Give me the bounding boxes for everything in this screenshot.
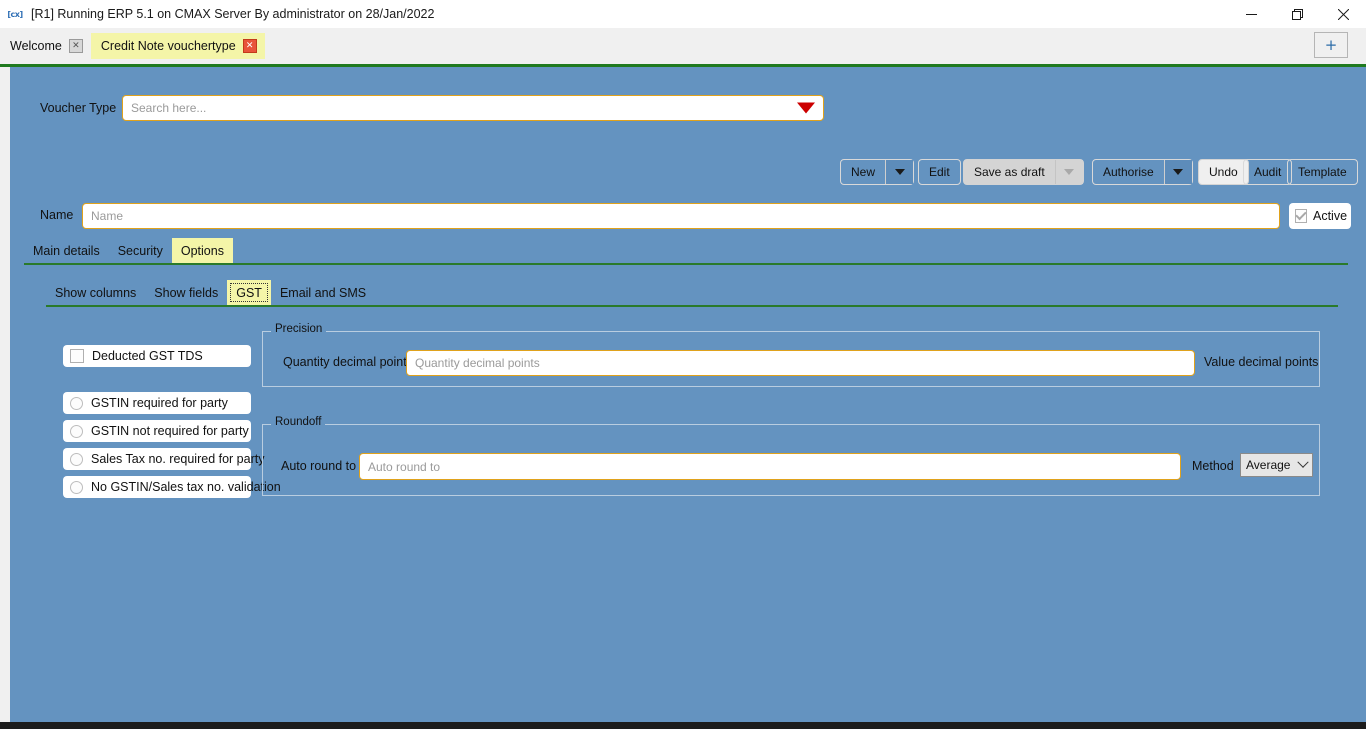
auto-round-to-placeholder: Auto round to (368, 460, 440, 474)
method-select[interactable]: Average (1240, 453, 1313, 477)
radio-gstin-not-required-label: GSTIN not required for party (91, 424, 249, 438)
template-button-label: Template (1288, 165, 1357, 179)
auto-round-to-label: Auto round to (281, 459, 356, 473)
secondary-tab-bar: Show columns Show fields GST Email and S… (46, 280, 1338, 305)
window-title: [R1] Running ERP 5.1 on CMAX Server By a… (31, 7, 434, 21)
method-label: Method (1192, 459, 1234, 473)
chevron-down-icon (1297, 457, 1308, 468)
authorise-button[interactable]: Authorise (1092, 159, 1193, 185)
roundoff-fieldset: Roundoff Auto round to Auto round to Met… (262, 424, 1320, 496)
chevron-down-icon (1173, 169, 1183, 175)
name-input-placeholder: Name (91, 209, 123, 223)
tab-gst[interactable]: GST (227, 280, 271, 305)
edit-button[interactable]: Edit (918, 159, 961, 185)
radio-no-validation-label: No GSTIN/Sales tax no. validation (91, 480, 281, 494)
edit-button-label: Edit (919, 165, 960, 179)
radio-sales-tax-required-label: Sales Tax no. required for party (91, 452, 264, 466)
tab-gst-label: GST (236, 286, 262, 300)
radio-no-validation[interactable]: No GSTIN/Sales tax no. validation (63, 476, 251, 498)
radio-icon (70, 481, 83, 494)
window-titlebar: [cx] [R1] Running ERP 5.1 on CMAX Server… (0, 0, 1366, 28)
tab-main-details-label: Main details (33, 244, 100, 258)
chevron-down-icon (1064, 169, 1074, 175)
quantity-decimal-points-input[interactable]: Quantity decimal points (406, 350, 1195, 376)
precision-fieldset: Precision Quantity decimal points Quanti… (262, 331, 1320, 387)
tab-security-label: Security (118, 244, 163, 258)
radio-icon (70, 397, 83, 410)
secondary-tab-divider (46, 305, 1338, 307)
name-label: Name (40, 208, 73, 222)
new-button-label: New (841, 165, 885, 179)
save-as-draft-button: Save as draft (963, 159, 1084, 185)
precision-legend: Precision (271, 323, 326, 335)
method-select-value: Average (1246, 458, 1290, 472)
tab-welcome[interactable]: Welcome ✕ (0, 33, 91, 59)
undo-button-label: Undo (1199, 165, 1248, 179)
auto-round-to-input[interactable]: Auto round to (359, 453, 1181, 480)
active-checkbox[interactable]: Active (1289, 203, 1351, 229)
radio-icon (70, 425, 83, 438)
primary-tab-divider (24, 263, 1348, 265)
name-input[interactable]: Name (82, 203, 1280, 229)
radio-icon (70, 453, 83, 466)
close-icon[interactable] (1320, 0, 1366, 28)
voucher-type-label: Voucher Type (40, 101, 116, 115)
tab-welcome-label: Welcome (10, 39, 62, 53)
tab-show-columns[interactable]: Show columns (46, 280, 145, 305)
tab-credit-note-vouchertype-close-icon[interactable]: ✕ (243, 39, 257, 53)
restore-icon[interactable] (1274, 0, 1320, 28)
template-button[interactable]: Template (1287, 159, 1358, 185)
left-gutter (0, 67, 10, 722)
new-button[interactable]: New (840, 159, 914, 185)
deducted-gst-tds-label: Deducted GST TDS (92, 349, 203, 363)
roundoff-legend: Roundoff (271, 416, 325, 428)
tab-main-details[interactable]: Main details (24, 238, 109, 263)
value-decimal-points-label: Value decimal points (1204, 355, 1318, 369)
save-as-draft-button-label: Save as draft (964, 165, 1055, 179)
radio-gstin-required[interactable]: GSTIN required for party (63, 392, 251, 414)
authorise-button-label: Authorise (1093, 165, 1164, 179)
tab-show-fields[interactable]: Show fields (145, 280, 227, 305)
cmax-app-icon: [cx] (7, 6, 23, 22)
minimize-icon[interactable] (1228, 0, 1274, 28)
checkbox-icon (1295, 209, 1307, 223)
tab-options-label: Options (181, 244, 224, 258)
radio-gstin-required-label: GSTIN required for party (91, 396, 228, 410)
voucher-type-row: Voucher Type Search here... (10, 91, 1366, 125)
voucher-type-search-input[interactable]: Search here... (122, 95, 824, 121)
tab-email-and-sms-label: Email and SMS (280, 286, 366, 300)
undo-button[interactable]: Undo (1198, 159, 1249, 185)
tab-security[interactable]: Security (109, 238, 172, 263)
save-as-draft-dropdown (1055, 160, 1083, 184)
window-bottom-border (0, 722, 1366, 729)
dropdown-arrow-icon[interactable] (797, 103, 815, 114)
checkbox-icon (70, 349, 84, 363)
tab-credit-note-vouchertype-label: Credit Note vouchertype (101, 39, 236, 53)
audit-button-label: Audit (1244, 165, 1291, 179)
radio-sales-tax-required[interactable]: Sales Tax no. required for party (63, 448, 251, 470)
main-content-panel: Voucher Type Search here... New Edit Sav… (10, 67, 1366, 722)
chevron-down-icon (895, 169, 905, 175)
tab-show-fields-label: Show fields (154, 286, 218, 300)
primary-tab-bar: Main details Security Options (24, 238, 1348, 263)
voucher-type-search-placeholder: Search here... (131, 101, 206, 115)
tab-credit-note-vouchertype[interactable]: Credit Note vouchertype ✕ (91, 33, 265, 59)
tab-welcome-close-icon[interactable]: ✕ (69, 39, 83, 53)
deducted-gst-tds-checkbox[interactable]: Deducted GST TDS (63, 345, 251, 367)
tab-email-and-sms[interactable]: Email and SMS (271, 280, 375, 305)
window-controls (1228, 0, 1366, 28)
radio-gstin-not-required[interactable]: GSTIN not required for party (63, 420, 251, 442)
new-tab-button[interactable]: + (1314, 32, 1348, 58)
tab-options[interactable]: Options (172, 238, 233, 263)
audit-button[interactable]: Audit (1243, 159, 1292, 185)
new-button-dropdown[interactable] (885, 160, 913, 184)
quantity-decimal-points-placeholder: Quantity decimal points (415, 356, 540, 370)
quantity-decimal-points-label: Quantity decimal points (283, 355, 413, 369)
tab-show-columns-label: Show columns (55, 286, 136, 300)
document-tabstrip: Welcome ✕ Credit Note vouchertype ✕ + (0, 28, 1366, 64)
authorise-button-dropdown[interactable] (1164, 160, 1192, 184)
active-checkbox-label: Active (1313, 209, 1347, 223)
